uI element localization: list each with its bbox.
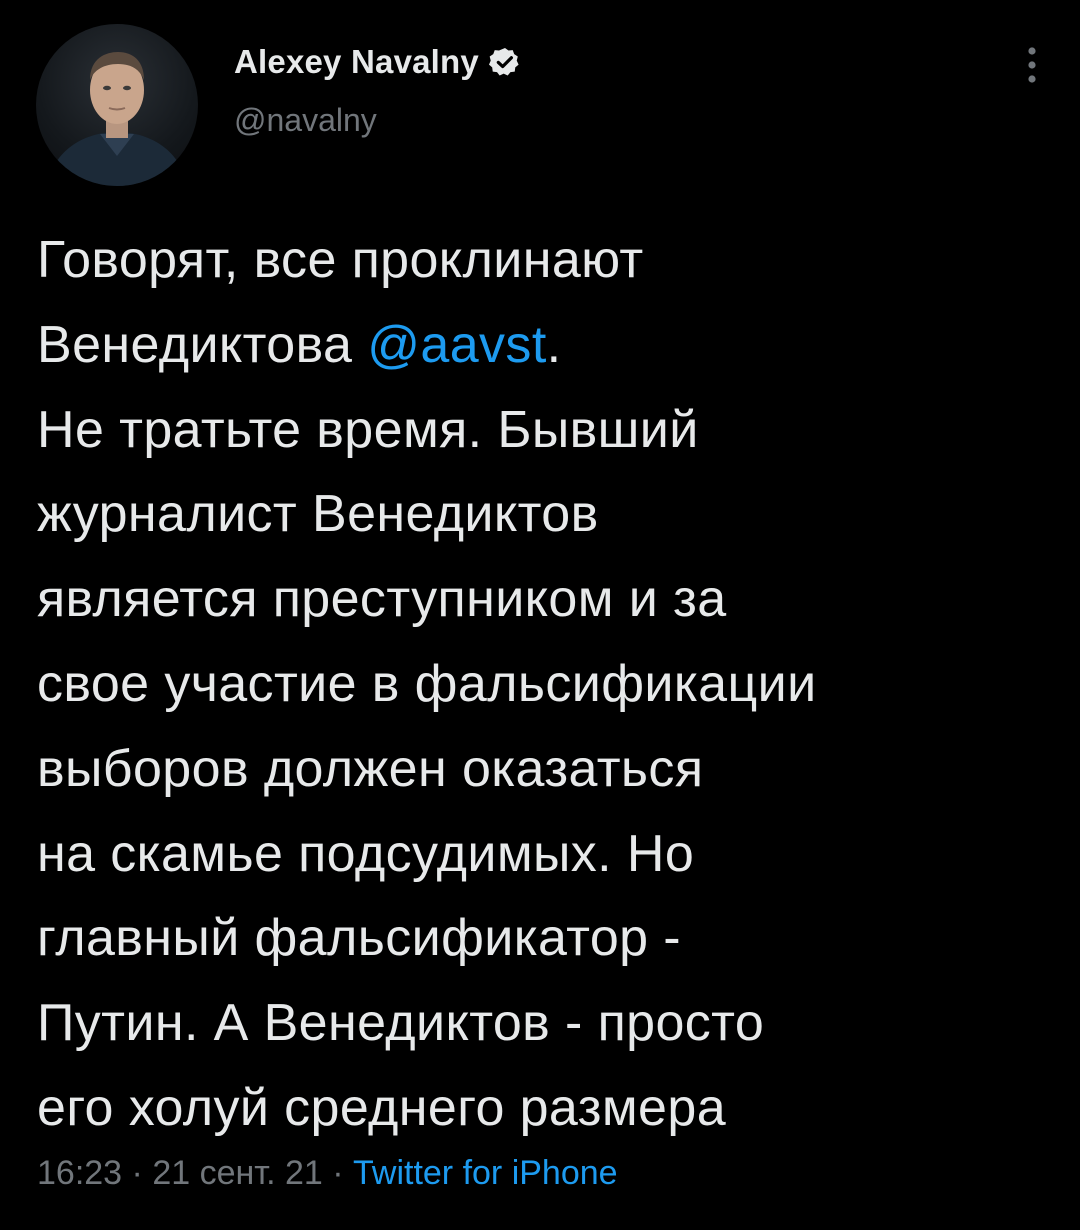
tweet-source-link[interactable]: Twitter for iPhone [353, 1154, 618, 1192]
tweet-card: Alexey Navalny @navalny Говорят, все про… [0, 0, 1080, 1230]
more-vertical-icon[interactable] [1018, 44, 1046, 90]
tweet-date[interactable]: 21 сент. 21 [152, 1154, 322, 1192]
tweet-line-1: Говорят, все проклинают [37, 231, 644, 289]
tweet-header: Alexey Navalny @navalny [36, 24, 1046, 186]
author-info: Alexey Navalny @navalny [234, 42, 521, 139]
meta-separator: · [322, 1154, 353, 1192]
author-display-name[interactable]: Alexey Navalny [234, 43, 479, 81]
avatar[interactable] [36, 24, 198, 186]
tweet-time[interactable]: 16:23 [37, 1154, 122, 1192]
meta-separator: · [122, 1154, 153, 1192]
verified-badge-icon [488, 46, 521, 78]
tweet-line-2-suffix: . [546, 315, 562, 374]
tweet-text: Говорят, все проклинают Венедиктова @aav… [37, 218, 1047, 1151]
tweet-meta: 16:23 · 21 сент. 21 · Twitter for iPhone [37, 1154, 618, 1193]
tweet-text-rest: Не тратьте время. Бывший журналист Венед… [37, 400, 817, 1137]
mention-link[interactable]: @aavst [367, 316, 546, 374]
author-handle[interactable]: @navalny [234, 102, 521, 139]
avatar-portrait [46, 52, 188, 186]
name-row: Alexey Navalny [234, 42, 521, 82]
tweet-line-2-prefix: Венедиктова [37, 315, 368, 374]
